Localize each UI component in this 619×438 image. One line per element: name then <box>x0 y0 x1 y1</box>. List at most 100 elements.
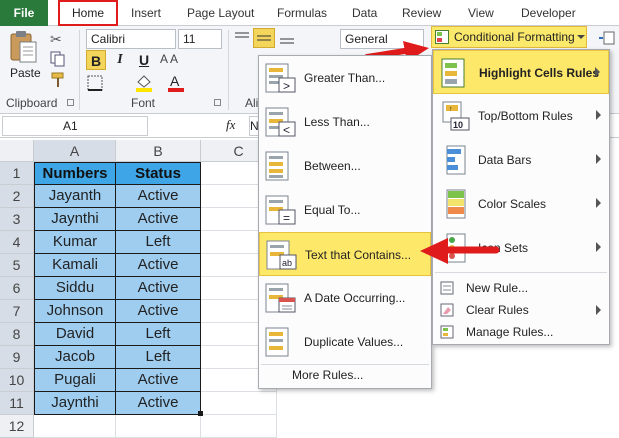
bold-button[interactable]: B <box>86 50 106 70</box>
fill-color-icon[interactable] <box>134 72 154 92</box>
font-name-combo[interactable]: Calibri <box>86 29 176 49</box>
tab-home[interactable]: Home <box>58 0 118 26</box>
table-cell[interactable]: Kumar <box>34 231 116 254</box>
table-cell[interactable]: Active <box>116 277 201 300</box>
font-launcher-icon[interactable] <box>214 99 221 106</box>
paste-button-label[interactable]: Paste <box>10 66 41 80</box>
menu-item-top-bottom-rules[interactable]: ↑ 10 Top/Bottom Rules <box>433 94 609 138</box>
menu-item-date-occurring[interactable]: A Date Occurring... <box>259 276 431 320</box>
middle-align-icon[interactable] <box>253 28 275 48</box>
table-cell[interactable]: Active <box>116 369 201 392</box>
table-cell[interactable]: Jaynthi <box>34 392 116 415</box>
chevron-right-icon <box>596 305 601 315</box>
table-cell[interactable]: Jacob <box>34 346 116 369</box>
font-size-combo[interactable]: 11 <box>178 29 222 49</box>
menu-item-new-rule[interactable]: New Rule... <box>433 277 609 299</box>
paste-icon[interactable] <box>8 30 38 64</box>
bottom-align-icon[interactable] <box>278 30 296 46</box>
table-cell[interactable]: Siddu <box>34 277 116 300</box>
table-cell[interactable]: Active <box>116 392 201 415</box>
tab-review[interactable]: Review <box>402 0 441 26</box>
name-box-value: A1 <box>63 119 78 133</box>
more-rules-item[interactable]: More Rules... <box>292 368 363 382</box>
empty-cell[interactable] <box>34 415 116 438</box>
menu-item-manage-rules[interactable]: Manage Rules... <box>433 321 609 343</box>
row-header[interactable]: 8 <box>0 323 34 346</box>
table-cell[interactable]: David <box>34 323 116 346</box>
table-cell[interactable]: Johnson <box>34 300 116 323</box>
annotation-arrow-icon <box>418 236 500 266</box>
name-box[interactable]: A1 <box>2 116 148 136</box>
table-cell[interactable]: Active <box>116 300 201 323</box>
menu-item-text-that-contains[interactable]: ab Text that Contains... <box>259 232 431 276</box>
menu-item-between[interactable]: Between... <box>259 144 431 188</box>
tab-insert[interactable]: Insert <box>131 0 161 26</box>
row-header[interactable]: 10 <box>0 369 34 392</box>
fill-handle[interactable] <box>198 411 203 416</box>
row-header[interactable]: 4 <box>0 231 34 254</box>
menu-item-duplicate-values[interactable]: Duplicate Values... <box>259 320 431 364</box>
row-header[interactable]: 6 <box>0 277 34 300</box>
color-scales-icon <box>446 189 466 219</box>
table-cell[interactable]: Left <box>116 231 201 254</box>
select-all-corner[interactable] <box>0 140 34 162</box>
row-header[interactable]: 12 <box>0 415 34 438</box>
underline-button[interactable]: U <box>134 50 154 70</box>
svg-text:=: = <box>283 211 290 225</box>
tab-page-layout[interactable]: Page Layout <box>187 0 254 26</box>
cut-icon[interactable]: ✂ <box>50 31 66 47</box>
tab-formulas[interactable]: Formulas <box>277 0 327 26</box>
table-cell[interactable]: Active <box>116 208 201 231</box>
table-cell[interactable]: Jaynthi <box>34 208 116 231</box>
empty-cell[interactable] <box>201 392 277 415</box>
table-cell[interactable]: Active <box>116 185 201 208</box>
insert-cells-icon[interactable] <box>598 30 616 46</box>
row-header[interactable]: 9 <box>0 346 34 369</box>
menu-item-color-scales[interactable]: Color Scales <box>433 182 609 226</box>
menu-item-equal-to[interactable]: = Equal To... <box>259 188 431 232</box>
column-header-b[interactable]: B <box>116 140 201 162</box>
table-cell[interactable]: Left <box>116 346 201 369</box>
table-cell[interactable]: Jayanth <box>34 185 116 208</box>
clipboard-launcher-icon[interactable] <box>67 99 74 106</box>
row-header[interactable]: 7 <box>0 300 34 323</box>
menu-item-label: Highlight Cells Rules <box>479 66 600 80</box>
empty-cell[interactable] <box>201 415 277 438</box>
empty-cell[interactable] <box>116 415 201 438</box>
menu-item-data-bars[interactable]: Data Bars <box>433 138 609 182</box>
table-cell[interactable]: Kamali <box>34 254 116 277</box>
tab-view[interactable]: View <box>468 0 494 26</box>
column-header-a[interactable]: A <box>34 140 116 162</box>
row-header[interactable]: 3 <box>0 208 34 231</box>
copy-icon[interactable] <box>50 51 66 67</box>
svg-text:↑: ↑ <box>449 106 453 113</box>
conditional-formatting-label: Conditional Formatting <box>454 30 575 44</box>
fx-icon[interactable]: fx <box>226 117 235 133</box>
format-painter-icon[interactable] <box>50 72 66 88</box>
top-align-icon[interactable] <box>233 30 251 46</box>
font-color-icon[interactable]: A <box>166 72 186 92</box>
italic-button[interactable]: I <box>110 50 130 70</box>
chevron-right-icon <box>596 110 601 120</box>
tab-file[interactable]: File <box>0 0 48 26</box>
menu-item-highlight-cells-rules[interactable]: Highlight Cells Rules <box>433 50 609 94</box>
menu-item-greater-than[interactable]: > Greater Than... <box>259 56 431 100</box>
conditional-formatting-button[interactable]: Conditional Formatting <box>431 26 587 48</box>
borders-icon[interactable] <box>86 74 106 92</box>
menu-item-clear-rules[interactable]: Clear Rules <box>433 299 609 321</box>
table-cell[interactable]: Left <box>116 323 201 346</box>
table-header-cell[interactable]: Numbers <box>34 162 116 185</box>
menu-item-label: Between... <box>304 159 361 173</box>
menu-item-less-than[interactable]: < Less Than... <box>259 100 431 144</box>
row-header[interactable]: 5 <box>0 254 34 277</box>
tab-developer[interactable]: Developer <box>521 0 576 26</box>
table-cell[interactable]: Active <box>116 254 201 277</box>
table-header-cell[interactable]: Status <box>116 162 201 185</box>
row-header[interactable]: 11 <box>0 392 34 415</box>
row-header[interactable]: 1 <box>0 162 34 185</box>
font-size-grow-shrink[interactable]: A A <box>160 52 216 68</box>
table-cell[interactable]: Pugali <box>34 369 116 392</box>
row-header[interactable]: 2 <box>0 185 34 208</box>
tab-data[interactable]: Data <box>352 0 377 26</box>
menu-separator <box>261 364 429 365</box>
